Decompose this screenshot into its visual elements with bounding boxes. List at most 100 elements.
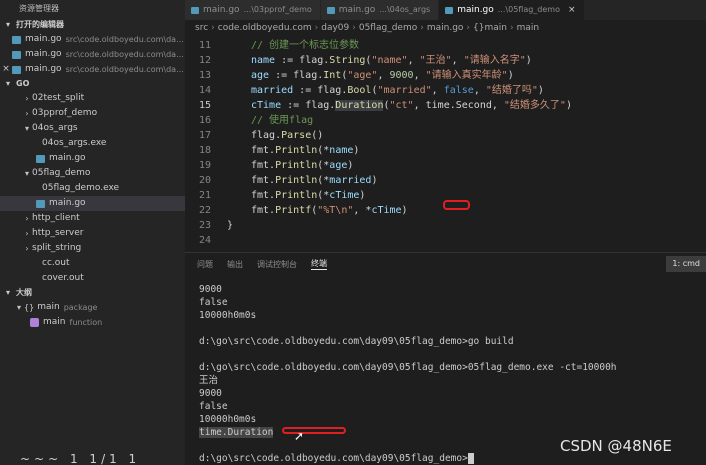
- tree-item[interactable]: main.go: [0, 196, 185, 211]
- line-number: 12: [198, 55, 211, 66]
- tab-name: main.go: [338, 5, 376, 15]
- tree-item-label: 04os_args.exe: [42, 138, 107, 148]
- open-editor-path: src\code.oldboyedu.com\da...: [65, 35, 184, 44]
- outline-name: main: [37, 302, 60, 312]
- breadcrumb-item[interactable]: main: [517, 23, 540, 33]
- close-icon[interactable]: ×: [568, 0, 576, 20]
- tab-path: ...\03pprof_demo: [243, 5, 312, 14]
- go-file-icon: [326, 6, 335, 14]
- line-number: 23: [198, 220, 211, 231]
- open-editor-item[interactable]: × main.go src\code.oldboyedu.com\da...: [0, 62, 185, 77]
- tree-item[interactable]: › split_string: [0, 241, 185, 256]
- outline-header[interactable]: ▾ 大纲: [0, 286, 185, 300]
- tree-item[interactable]: › http_client: [0, 211, 185, 226]
- open-editors-header[interactable]: ▾ 打开的编辑器: [0, 18, 185, 32]
- panel-tab[interactable]: 问题: [197, 259, 213, 270]
- folder-header[interactable]: ▾ GO: [0, 77, 185, 91]
- outline-kind: package: [63, 303, 98, 312]
- go-file-icon: [12, 35, 21, 44]
- editor-tab[interactable]: main.go ...\04os_args: [320, 0, 440, 20]
- code-line: 24: [185, 233, 706, 248]
- panel-tab[interactable]: 输出: [227, 259, 243, 270]
- go-file-icon: [191, 6, 199, 14]
- tree-item[interactable]: › 03pprof_demo: [0, 106, 185, 121]
- tree-item[interactable]: ▾ 05flag_demo: [0, 166, 185, 181]
- code-text: flag.Parse(): [251, 130, 324, 141]
- open-editor-name: main.go: [25, 34, 62, 44]
- breadcrumb-separator-icon: ›: [211, 23, 215, 33]
- line-number: 15: [198, 100, 211, 111]
- outline-kind: function: [69, 318, 103, 327]
- bottom-glyphs: ~~~ 1 1/1 1: [20, 452, 141, 465]
- panel-tab[interactable]: 调试控制台: [257, 259, 297, 270]
- terminal-line: d:\go\src\code.oldboyedu.com\day09\05fla…: [199, 335, 706, 348]
- panel-tab[interactable]: 终端: [311, 258, 327, 270]
- terminal-select[interactable]: 1: cmd: [666, 256, 706, 272]
- line-number: 13: [198, 70, 211, 81]
- breadcrumb-item[interactable]: src: [195, 23, 208, 33]
- terminal-cursor: [467, 453, 474, 464]
- chevron-right-icon: ›: [25, 94, 29, 103]
- outline-item[interactable]: main function: [0, 315, 185, 330]
- bottom-panel: 问题 输出 调试控制台 终端 1: cmd 9000 false 10000h0m0s d:…: [185, 252, 706, 465]
- editor-tab[interactable]: main.go ...\05flag_demo ×: [439, 0, 585, 20]
- outline-item[interactable]: ▾{} main package: [0, 300, 185, 315]
- code-text: fmt.Println(*married): [251, 175, 378, 186]
- terminal-line-text: 10000h0m0s: [199, 310, 257, 321]
- tree-item-label: 05flag_demo.exe: [42, 183, 120, 193]
- terminal-line-text: d:\go\src\code.oldboyedu.com\day09\05fla…: [199, 453, 468, 464]
- code-text: age := flag.Int("age", 9000, "请输入真实年龄"): [251, 70, 514, 81]
- open-editor-item[interactable]: main.go src\code.oldboyedu.com\da...: [0, 47, 185, 62]
- watermark: CSDN @48N6E: [560, 437, 672, 455]
- tree-item-label: http_client: [32, 213, 80, 223]
- code-text: fmt.Println(*name): [251, 145, 360, 156]
- chevron-down-icon: ▾: [24, 169, 29, 178]
- breadcrumb-item[interactable]: day09: [321, 23, 349, 33]
- open-editor-name: main.go: [25, 49, 62, 59]
- terminal-line-text: false: [199, 297, 228, 308]
- editor-tab[interactable]: main.go ...\03pprof_demo: [185, 0, 321, 20]
- chevron-down-icon: ▾: [6, 79, 11, 88]
- line-number: 24: [198, 235, 211, 246]
- breadcrumb-item[interactable]: {}main: [473, 23, 507, 33]
- code-text: fmt.Println(*age): [251, 160, 354, 171]
- chevron-down-icon: ▾: [16, 303, 21, 312]
- code-text: fmt.Printf("%T\n", *cTime): [251, 205, 408, 216]
- tree-item[interactable]: 05flag_demo.exe: [0, 181, 185, 196]
- code-line: 12 name := flag.String("name", "王治", "请输入…: [185, 53, 706, 68]
- terminal-line-text: 10000h0m0s: [199, 414, 257, 425]
- line-number: 14: [198, 85, 211, 96]
- line-number: 11: [198, 40, 211, 51]
- tree-item[interactable]: › 02test_split: [0, 91, 185, 106]
- terminal-line: false: [199, 400, 706, 413]
- code-line: 11 // 创建一个标志位参数: [185, 38, 706, 53]
- tree-item-label: 03pprof_demo: [32, 108, 98, 118]
- terminal-line: d:\go\src\code.oldboyedu.com\day09\05fla…: [199, 361, 706, 374]
- tree-item[interactable]: 04os_args.exe: [0, 136, 185, 151]
- mouse-cursor-icon: ➚: [294, 429, 305, 443]
- tree-item[interactable]: cc.out: [0, 256, 185, 271]
- code-editor[interactable]: 11 // 创建一个标志位参数 12 name := flag.String("nam…: [185, 38, 706, 250]
- tab-name: main.go: [457, 5, 494, 15]
- tree-item[interactable]: cover.out: [0, 271, 185, 286]
- tree-item[interactable]: ▾ 04os_args: [0, 121, 185, 136]
- chevron-right-icon: ›: [25, 214, 29, 223]
- folder-label: GO: [16, 79, 30, 88]
- breadcrumb: src › code.oldboyedu.com › day09 › 05flag_demo…: [185, 20, 706, 37]
- code-text: fmt.Println(*cTime): [251, 190, 366, 201]
- breadcrumb-item[interactable]: main.go: [427, 23, 464, 33]
- terminal-line: 10000h0m0s: [199, 413, 706, 426]
- breadcrumb-item[interactable]: code.oldboyedu.com: [218, 23, 312, 33]
- close-icon[interactable]: ×: [0, 62, 12, 77]
- line-number: 20: [198, 175, 211, 186]
- tree-item[interactable]: main.go: [0, 151, 185, 166]
- tab-name: main.go: [203, 5, 240, 15]
- open-editor-path: src\code.oldboyedu.com\da...: [65, 65, 184, 74]
- breadcrumb-item[interactable]: 05flag_demo: [359, 23, 417, 33]
- tree-item[interactable]: › http_server: [0, 226, 185, 241]
- open-editor-item[interactable]: main.go src\code.oldboyedu.com\da...: [0, 32, 185, 47]
- code-line: 18 fmt.Println(*name): [185, 143, 706, 158]
